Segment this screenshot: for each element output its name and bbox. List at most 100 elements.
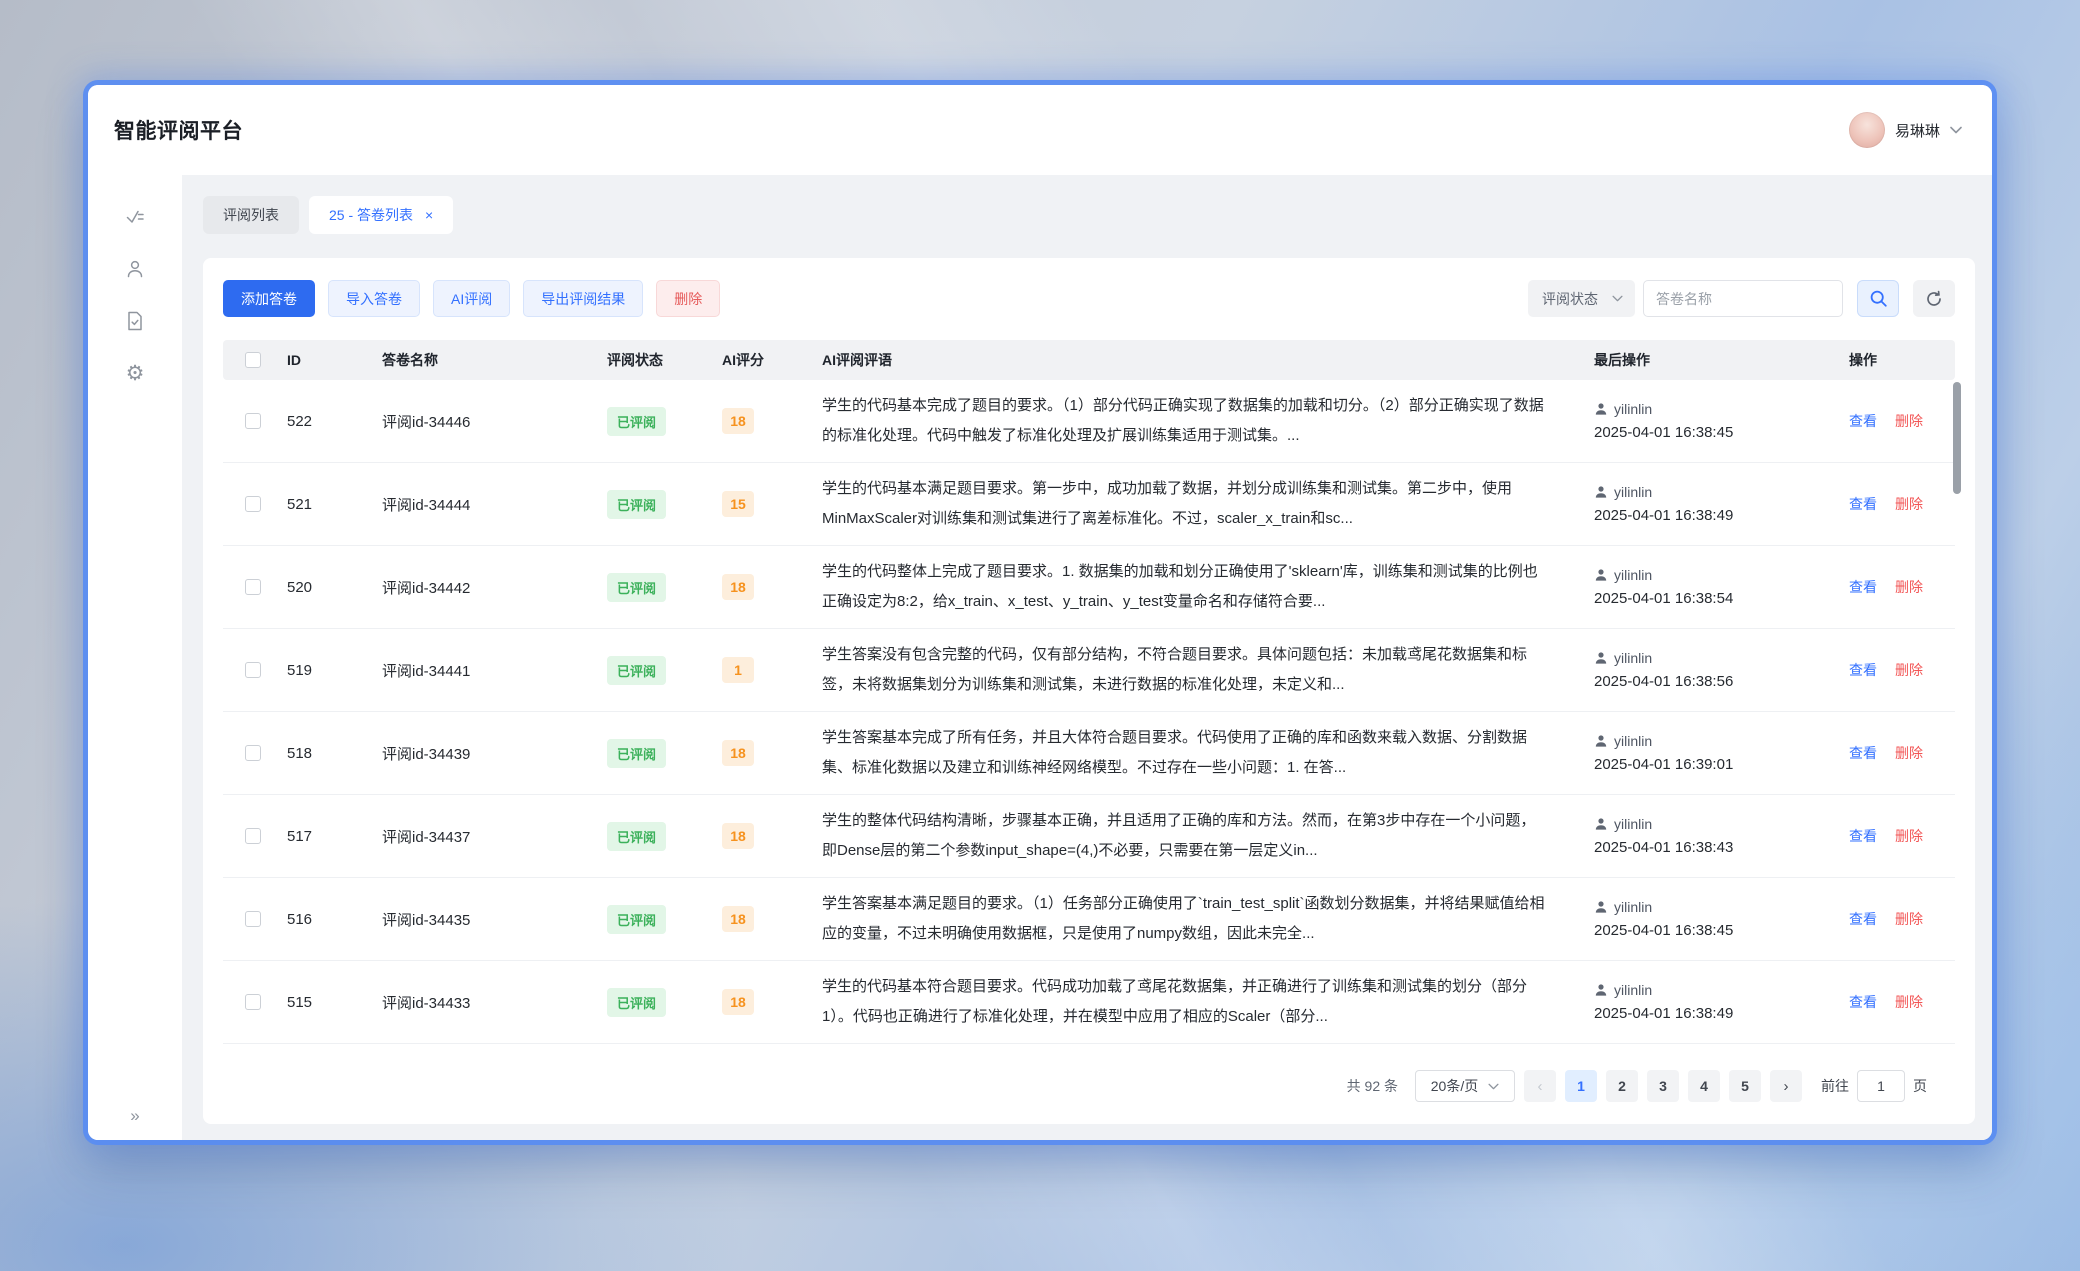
tab-close-icon[interactable]: ×	[425, 207, 433, 223]
sidebar-item-documents[interactable]	[115, 301, 155, 341]
row-checkbox[interactable]	[245, 579, 261, 595]
search-input[interactable]	[1643, 280, 1843, 317]
view-link[interactable]: 查看	[1849, 911, 1877, 927]
score-badge: 18	[722, 823, 754, 849]
user-name: 易琳琳	[1895, 120, 1940, 141]
cell-comment: 学生答案基本满足题目的要求。（1）任务部分正确使用了`train_test_sp…	[822, 889, 1546, 949]
row-checkbox[interactable]	[245, 745, 261, 761]
delete-link[interactable]: 删除	[1895, 579, 1923, 595]
sidebar-collapse-button[interactable]: »	[88, 1106, 182, 1126]
row-checkbox[interactable]	[245, 496, 261, 512]
refresh-button[interactable]	[1913, 280, 1955, 317]
row-checkbox[interactable]	[245, 911, 261, 927]
cell-id: 520	[275, 579, 370, 596]
page-button-5[interactable]: 5	[1729, 1070, 1761, 1102]
cell-name: 评阅id-34441	[370, 660, 595, 681]
content-area: 评阅列表 25 - 答卷列表 × 添加答卷 导入答卷 AI评阅 导出评阅结果 删…	[182, 175, 1992, 1140]
user-menu[interactable]: 易琳琳	[1849, 112, 1962, 148]
row-checkbox[interactable]	[245, 662, 261, 678]
delete-link[interactable]: 删除	[1895, 662, 1923, 678]
tab-review-list[interactable]: 评阅列表	[203, 196, 299, 234]
score-badge: 18	[722, 408, 754, 434]
operator-name: yilinlin	[1614, 899, 1652, 915]
cell-name: 评阅id-34446	[370, 411, 595, 432]
status-badge: 已评阅	[607, 739, 666, 768]
cell-action: 查看 删除	[1837, 909, 1955, 929]
operation-time: 2025-04-01 16:38:49	[1594, 507, 1825, 524]
app-window: 智能评阅平台 易琳琳 ⚙ »	[88, 85, 1992, 1140]
delete-link[interactable]: 删除	[1895, 994, 1923, 1010]
delete-link[interactable]: 删除	[1895, 496, 1923, 512]
cell-action: 查看 删除	[1837, 826, 1955, 846]
review-checklist-icon	[124, 206, 146, 228]
operator-name: yilinlin	[1614, 567, 1652, 583]
list-card: 添加答卷 导入答卷 AI评阅 导出评阅结果 删除 评阅状态	[203, 258, 1975, 1124]
view-link[interactable]: 查看	[1849, 745, 1877, 761]
cell-comment: 学生答案基本完成了所有任务，并且大体符合题目要求。代码使用了正确的库和函数来载入…	[822, 723, 1546, 783]
cell-last-op: yilinlin 2025-04-01 16:38:54	[1582, 567, 1837, 607]
page-button-3[interactable]: 3	[1647, 1070, 1679, 1102]
status-badge: 已评阅	[607, 407, 666, 436]
view-link[interactable]: 查看	[1849, 994, 1877, 1010]
row-checkbox[interactable]	[245, 413, 261, 429]
page-size-label: 20条/页	[1431, 1076, 1478, 1096]
export-results-button[interactable]: 导出评阅结果	[523, 280, 643, 317]
view-link[interactable]: 查看	[1849, 579, 1877, 595]
scrollbar-thumb[interactable]	[1953, 382, 1961, 494]
gear-icon: ⚙	[126, 363, 145, 384]
add-answer-button[interactable]: 添加答卷	[223, 280, 315, 317]
answer-table: ID 答卷名称 评阅状态 AI评分 AI评阅评语 最后操作 操作 522 评阅i…	[223, 340, 1955, 1044]
sidebar-item-settings[interactable]: ⚙	[115, 353, 155, 393]
cell-name: 评阅id-34444	[370, 494, 595, 515]
table-row: 519 评阅id-34441 已评阅 1 学生答案没有包含完整的代码，仅有部分结…	[223, 629, 1955, 712]
page-size-select[interactable]: 20条/页	[1415, 1070, 1515, 1102]
prev-page-button[interactable]: ‹	[1524, 1070, 1556, 1102]
cell-action: 查看 删除	[1837, 660, 1955, 680]
operation-time: 2025-04-01 16:38:45	[1594, 922, 1825, 939]
table-row: 518 评阅id-34439 已评阅 18 学生答案基本完成了所有任务，并且大体…	[223, 712, 1955, 795]
operation-time: 2025-04-01 16:38:45	[1594, 424, 1825, 441]
table-row: 515 评阅id-34433 已评阅 18 学生的代码基本符合题目要求。代码成功…	[223, 961, 1955, 1044]
operation-time: 2025-04-01 16:38:54	[1594, 590, 1825, 607]
cell-comment: 学生的整体代码结构清晰，步骤基本正确，并且适用了正确的库和方法。然而，在第3步中…	[822, 806, 1546, 866]
score-badge: 18	[722, 740, 754, 766]
next-page-button[interactable]: ›	[1770, 1070, 1802, 1102]
sidebar-item-review-list[interactable]	[115, 197, 155, 237]
cell-comment: 学生的代码基本符合题目要求。代码成功加载了鸢尾花数据集，并正确进行了训练集和测试…	[822, 972, 1546, 1032]
cell-comment: 学生的代码基本完成了题目的要求。（1）部分代码正确实现了数据集的加载和切分。（2…	[822, 391, 1546, 451]
page-button-2[interactable]: 2	[1606, 1070, 1638, 1102]
view-link[interactable]: 查看	[1849, 413, 1877, 429]
select-all-checkbox[interactable]	[245, 352, 261, 368]
view-link[interactable]: 查看	[1849, 662, 1877, 678]
sidebar: ⚙ »	[88, 175, 182, 1140]
search-button[interactable]	[1857, 280, 1899, 317]
view-link[interactable]: 查看	[1849, 828, 1877, 844]
row-checkbox[interactable]	[245, 828, 261, 844]
tab-bar: 评阅列表 25 - 答卷列表 ×	[203, 196, 1975, 234]
score-badge: 15	[722, 491, 754, 517]
operation-time: 2025-04-01 16:39:01	[1594, 756, 1825, 773]
tab-answer-sheet-list[interactable]: 25 - 答卷列表 ×	[309, 196, 453, 234]
delete-button[interactable]: 删除	[656, 280, 720, 317]
person-icon	[1594, 485, 1608, 499]
page-button-4[interactable]: 4	[1688, 1070, 1720, 1102]
table-row: 516 评阅id-34435 已评阅 18 学生答案基本满足题目的要求。（1）任…	[223, 878, 1955, 961]
sidebar-item-users[interactable]	[115, 249, 155, 289]
goto-page-input[interactable]	[1857, 1070, 1905, 1102]
status-badge: 已评阅	[607, 490, 666, 519]
row-checkbox[interactable]	[245, 994, 261, 1010]
page-button-1[interactable]: 1	[1565, 1070, 1597, 1102]
delete-link[interactable]: 删除	[1895, 413, 1923, 429]
app-header: 智能评阅平台 易琳琳	[88, 85, 1992, 175]
cell-id: 518	[275, 745, 370, 762]
status-filter-select[interactable]: 评阅状态	[1528, 280, 1635, 317]
delete-link[interactable]: 删除	[1895, 745, 1923, 761]
tab-label: 25 - 答卷列表	[329, 205, 413, 225]
goto-page: 前往 页	[1821, 1070, 1927, 1102]
delete-link[interactable]: 删除	[1895, 828, 1923, 844]
ai-review-button[interactable]: AI评阅	[433, 280, 510, 317]
table-scrollbar[interactable]	[1953, 382, 1961, 1042]
import-answer-button[interactable]: 导入答卷	[328, 280, 420, 317]
delete-link[interactable]: 删除	[1895, 911, 1923, 927]
view-link[interactable]: 查看	[1849, 496, 1877, 512]
